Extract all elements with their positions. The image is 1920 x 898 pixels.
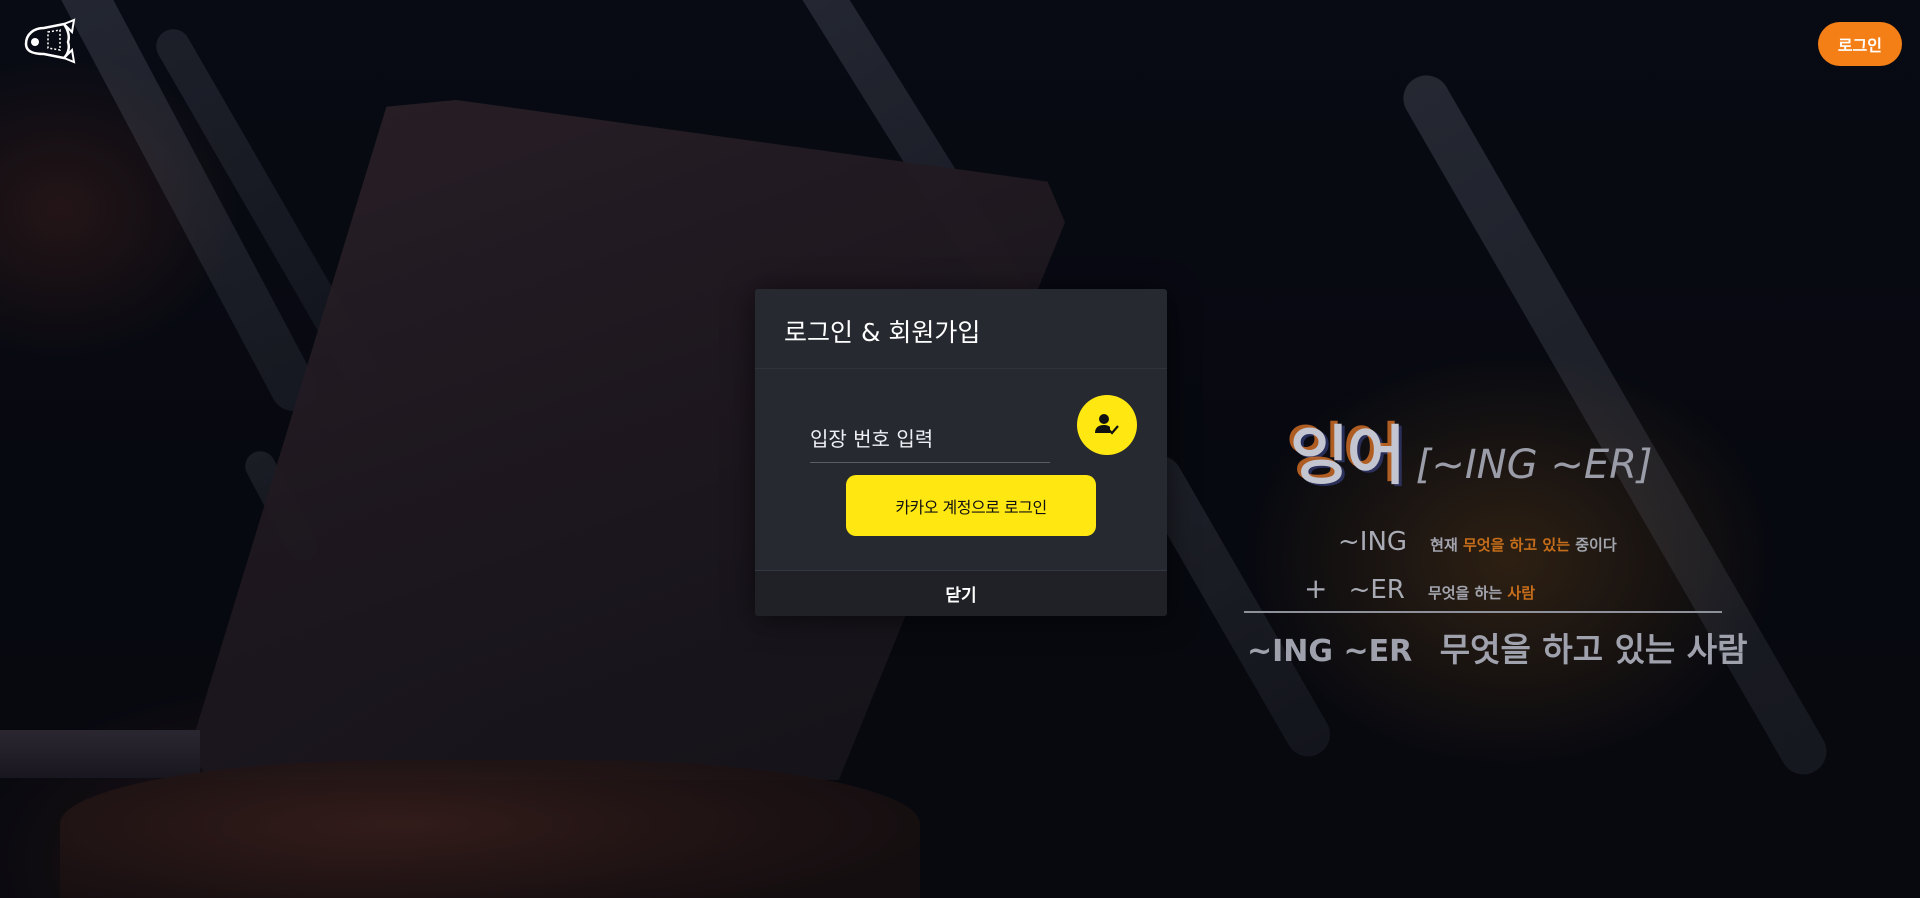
desc-ing: 현재 무엇을 하고 있는 중이다 bbox=[1430, 536, 1617, 554]
close-button[interactable]: 닫기 bbox=[755, 570, 1167, 616]
plus-sign: + bbox=[1304, 572, 1328, 605]
summary-desc: 무엇을 하고 있는 사람 bbox=[1439, 630, 1748, 669]
hero-title-sub: [~ING ~ER] bbox=[1415, 442, 1653, 488]
summary-term: ~ING ~ER bbox=[1247, 634, 1413, 669]
person-check-icon bbox=[1095, 414, 1119, 435]
entry-code-input[interactable] bbox=[810, 416, 1050, 462]
login-modal: 로그인 & 회원가입 카카오 계정으로 로그인 닫기 bbox=[755, 289, 1167, 616]
hero-title-main: 잉어 bbox=[1290, 420, 1406, 494]
definition-row-ing: ~ING 현재 무엇을 하고 있는 중이다 bbox=[1338, 527, 1617, 557]
modal-header: 로그인 & 회원가입 bbox=[755, 289, 1167, 369]
term-er: ~ER bbox=[1348, 575, 1405, 605]
definition-summary: ~ING ~ER 무엇을 하고 있는 사람 bbox=[1247, 623, 1748, 671]
fish-logo-icon[interactable] bbox=[20, 18, 76, 64]
enter-button[interactable] bbox=[1077, 395, 1137, 455]
kakao-login-button[interactable]: 카카오 계정으로 로그인 bbox=[846, 475, 1096, 536]
entry-code-field[interactable] bbox=[810, 416, 1050, 463]
term-ing: ~ING bbox=[1338, 527, 1408, 557]
desc-er: 무엇을 하는 사람 bbox=[1427, 584, 1535, 602]
hero-title: 잉어 [~ING ~ER] bbox=[1290, 405, 1653, 497]
modal-title: 로그인 & 회원가입 bbox=[784, 318, 981, 347]
login-button[interactable]: 로그인 bbox=[1817, 22, 1902, 66]
divider bbox=[1244, 611, 1722, 613]
definition-row-er: + ~ER 무엇을 하는 사람 bbox=[1304, 572, 1535, 605]
